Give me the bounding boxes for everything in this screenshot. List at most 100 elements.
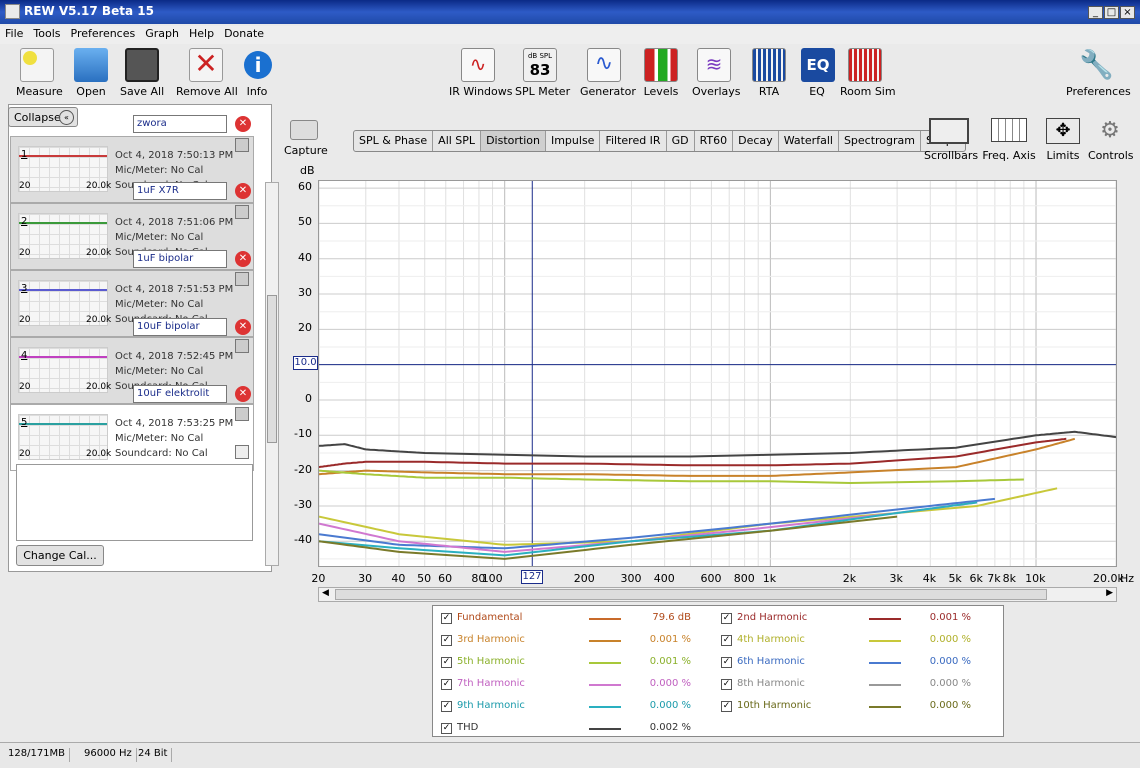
- graph-hscrollbar[interactable]: ◀ ▶: [318, 587, 1117, 602]
- spl-meter-button[interactable]: dB SPL 83 SPL Meter: [515, 48, 570, 98]
- info-button[interactable]: i Info: [244, 48, 272, 98]
- measurement-name-field[interactable]: zwora: [133, 115, 227, 133]
- x-tick-label: 600: [700, 572, 722, 585]
- distortion-graph[interactable]: [318, 180, 1117, 567]
- measurement-notes[interactable]: [16, 464, 253, 541]
- legend-name: 10th Harmonic: [737, 700, 812, 711]
- tab-waterfall[interactable]: Waterfall: [779, 131, 839, 151]
- measurement-export-icon[interactable]: [235, 445, 249, 459]
- legend-checkbox[interactable]: ✓: [721, 613, 732, 624]
- legend-value: 0.002 %: [649, 722, 691, 733]
- status-bar: 128/171MB 96000 Hz 24 Bit: [0, 742, 1140, 768]
- legend-item: ✓ 4th Harmonic 0.000 %: [721, 634, 991, 650]
- capture-button[interactable]: Capture: [284, 120, 328, 157]
- measurement-number: 5: [21, 417, 28, 428]
- x-tick-label: 5k: [948, 572, 962, 585]
- x-tick-label: 3k: [889, 572, 903, 585]
- scroll-left-arrow-icon[interactable]: ◀: [322, 588, 329, 598]
- remove-all-button[interactable]: ✕ Remove All: [176, 48, 238, 98]
- legend-checkbox[interactable]: ✓: [721, 679, 732, 690]
- limits-button[interactable]: ✥ Limits: [1044, 118, 1082, 162]
- rta-button[interactable]: RTA: [752, 48, 786, 98]
- room-sim-icon: [848, 48, 882, 82]
- menu-help[interactable]: Help: [184, 26, 219, 41]
- scrollbar-thumb[interactable]: [335, 589, 1047, 600]
- window-title: REW V5.17 Beta 15: [24, 4, 154, 18]
- measurement-settings-icon[interactable]: [235, 205, 249, 219]
- legend-checkbox[interactable]: ✓: [721, 701, 732, 712]
- legend-checkbox[interactable]: ✓: [721, 657, 732, 668]
- menu-tools[interactable]: Tools: [28, 26, 65, 41]
- legend-checkbox[interactable]: ✓: [441, 613, 452, 624]
- scroll-right-arrow-icon[interactable]: ▶: [1106, 588, 1113, 598]
- x-tick-label: 4k: [922, 572, 937, 585]
- maximize-button[interactable]: □: [1104, 6, 1119, 19]
- measurement-settings-icon[interactable]: [235, 272, 249, 286]
- tab-filtered-ir[interactable]: Filtered IR: [600, 131, 667, 151]
- measurement-settings-icon[interactable]: [235, 407, 249, 421]
- room-sim-button[interactable]: Room Sim: [840, 48, 896, 98]
- legend-swatch: [869, 662, 901, 664]
- measurement-settings-icon[interactable]: [235, 138, 249, 152]
- freq-axis-button[interactable]: Freq. Axis: [982, 118, 1036, 162]
- measure-button[interactable]: Measure: [16, 48, 63, 98]
- legend-checkbox[interactable]: ✓: [441, 701, 452, 712]
- measurement-item-selected[interactable]: 5 20 20.0k Oct 4, 2018 7:53:25 PM Mic/Mete…: [10, 404, 254, 471]
- y-tick-label: -40: [294, 533, 312, 547]
- harmonics-legend: ✓ Fundamental 79.6 dB ✓ 2nd Harmonic 0.001 % ✓…: [432, 605, 1004, 737]
- legend-checkbox[interactable]: ✓: [721, 635, 732, 646]
- x-tick-label: 8k: [1002, 572, 1017, 585]
- menu-preferences[interactable]: Preferences: [66, 26, 141, 41]
- eq-button[interactable]: EQ EQ: [801, 48, 835, 98]
- x-tick-label: 10k: [1025, 572, 1046, 585]
- menu-donate[interactable]: Donate: [219, 26, 269, 41]
- legend-checkbox[interactable]: ✓: [441, 657, 452, 668]
- overlays-button[interactable]: ≋ Overlays: [692, 48, 741, 98]
- tab-spectrogram[interactable]: Spectrogram: [839, 131, 922, 151]
- measurement-name-field[interactable]: 10uF elektrolit: [133, 385, 227, 403]
- tab-rt60[interactable]: RT60: [695, 131, 734, 151]
- tab-all-spl[interactable]: All SPL: [433, 131, 482, 151]
- legend-name: 5th Harmonic: [457, 656, 525, 667]
- tab-gd[interactable]: GD: [667, 131, 695, 151]
- generator-icon: ∿: [587, 48, 621, 82]
- measurement-settings-icon[interactable]: [235, 339, 249, 353]
- save-all-button[interactable]: Save All: [120, 48, 164, 98]
- legend-checkbox[interactable]: ✓: [441, 635, 452, 646]
- measurement-name-field[interactable]: 1uF X7R: [133, 182, 227, 200]
- remove-measurement-icon[interactable]: ✕: [235, 386, 251, 402]
- legend-checkbox[interactable]: ✓: [441, 723, 452, 734]
- tab-decay[interactable]: Decay: [733, 131, 779, 151]
- levels-button[interactable]: Levels: [643, 48, 679, 98]
- preferences-button[interactable]: 🔧 Preferences: [1066, 48, 1131, 98]
- y-tick-label: 40: [298, 250, 312, 264]
- y-tick-label: -10: [294, 427, 312, 441]
- open-button[interactable]: Open: [74, 48, 108, 98]
- minimize-button[interactable]: _: [1088, 6, 1103, 19]
- legend-checkbox[interactable]: ✓: [441, 679, 452, 690]
- remove-measurement-icon[interactable]: ✕: [235, 251, 251, 267]
- tab-spl-phase[interactable]: SPL & Phase: [354, 131, 434, 151]
- tab-distortion[interactable]: Distortion: [481, 131, 546, 151]
- measurement-name-field[interactable]: 1uF bipolar: [133, 250, 227, 268]
- thumb-axis-min: 20: [19, 315, 31, 325]
- legend-swatch: [869, 640, 901, 642]
- panel-scrollbar[interactable]: [265, 182, 279, 566]
- controls-button[interactable]: ⚙ Controls: [1088, 118, 1134, 162]
- collapse-button[interactable]: Collapse «: [8, 107, 78, 127]
- measurement-name-field[interactable]: 10uF bipolar: [133, 318, 227, 336]
- menu-graph[interactable]: Graph: [140, 26, 184, 41]
- remove-measurement-icon[interactable]: ✕: [235, 116, 251, 132]
- tab-impulse[interactable]: Impulse: [546, 131, 601, 151]
- change-cal-button[interactable]: Change Cal...: [16, 545, 104, 566]
- cursor-y-readout: 10.0: [293, 356, 318, 370]
- close-button[interactable]: ×: [1120, 6, 1135, 19]
- thumb-axis-max: 20.0k: [86, 382, 112, 392]
- ir-windows-button[interactable]: ∿ IR Windows: [449, 48, 513, 98]
- remove-measurement-icon[interactable]: ✕: [235, 319, 251, 335]
- scrollbar-thumb[interactable]: [267, 295, 277, 443]
- generator-button[interactable]: ∿ Generator: [580, 48, 636, 98]
- scrollbars-button[interactable]: Scrollbars: [924, 118, 978, 162]
- menu-file[interactable]: File: [0, 26, 28, 41]
- remove-measurement-icon[interactable]: ✕: [235, 183, 251, 199]
